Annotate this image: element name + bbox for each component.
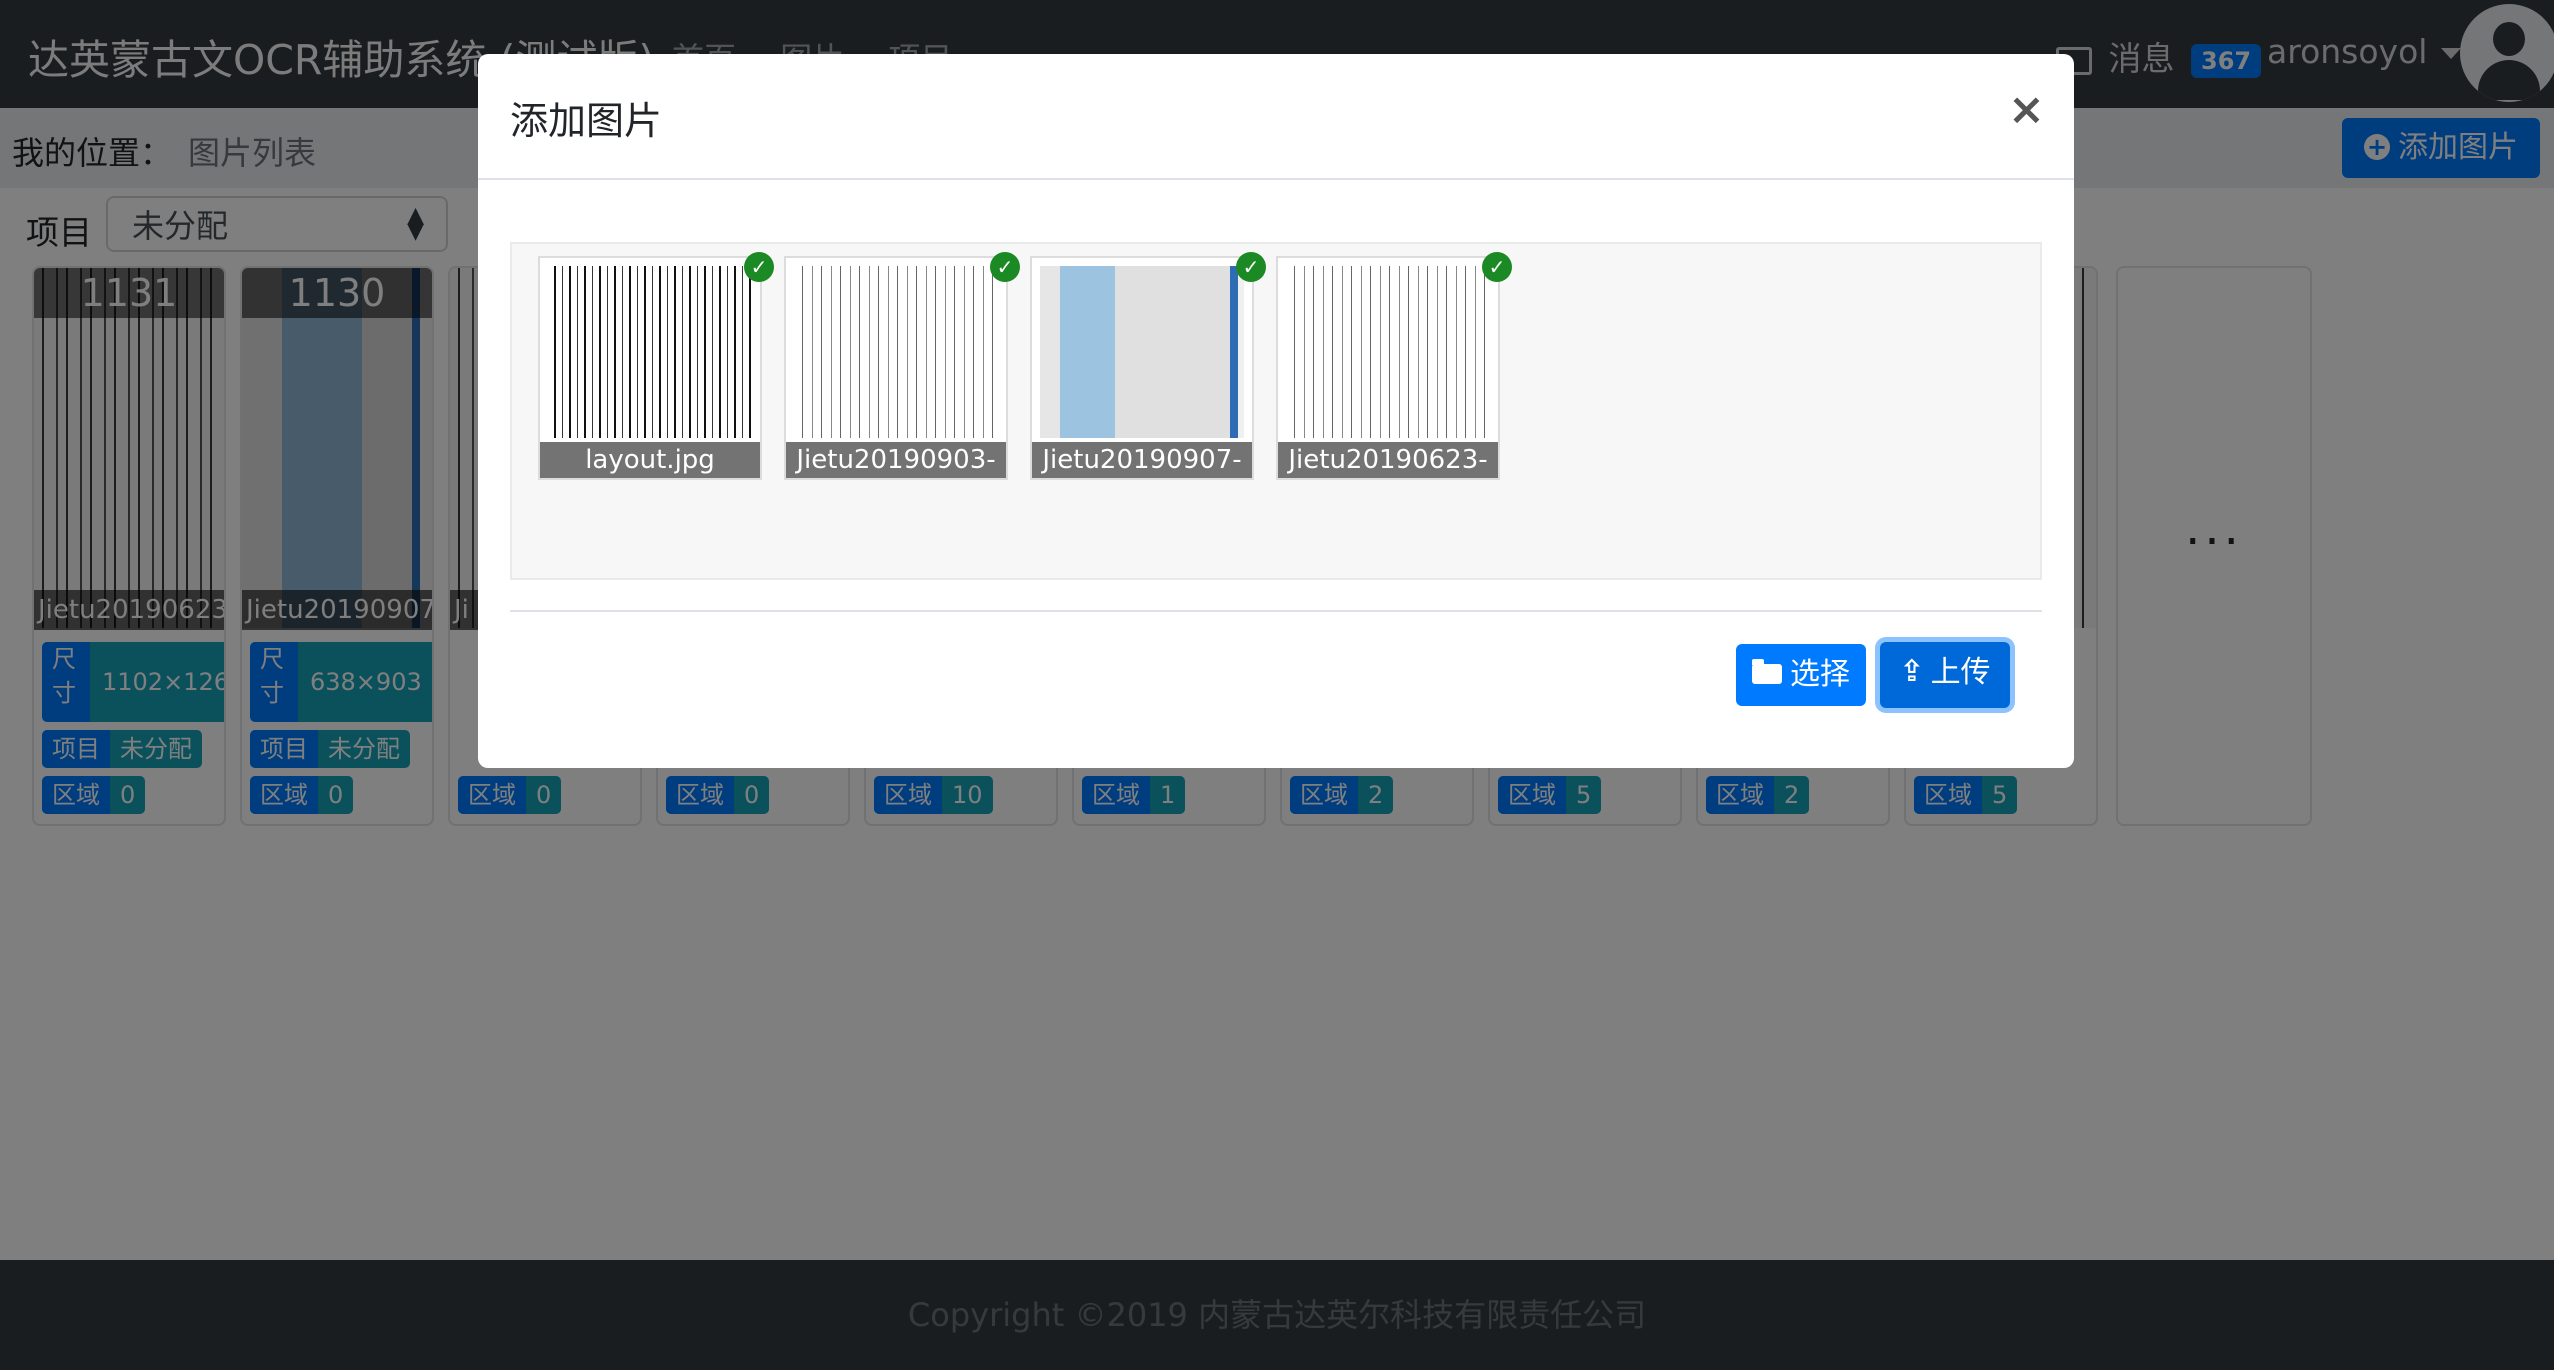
check-circle-icon: ✓ xyxy=(1236,252,1266,282)
file-preview-image xyxy=(548,266,752,438)
file-name: Jietu20190907- xyxy=(1032,442,1252,478)
modal-footer-divider xyxy=(510,610,2042,612)
file-thumbnail[interactable]: Jietu20190903- ✓ xyxy=(784,252,1020,480)
file-name: layout.jpg xyxy=(540,442,760,478)
file-thumbnail[interactable]: Jietu20190907- ✓ xyxy=(1030,252,1266,480)
file-thumbnail[interactable]: layout.jpg ✓ xyxy=(538,252,774,480)
upload-button[interactable]: ⇪ 上传 xyxy=(1880,642,2010,708)
add-image-modal: 添加图片 × layout.jpg ✓ Jietu20190903- ✓ Jie… xyxy=(478,54,2074,768)
check-circle-icon: ✓ xyxy=(1482,252,1512,282)
close-icon[interactable]: × xyxy=(2008,84,2045,135)
file-preview-image xyxy=(1040,266,1244,438)
file-name: Jietu20190903- xyxy=(786,442,1006,478)
file-name: Jietu20190623- xyxy=(1278,442,1498,478)
file-preview-image xyxy=(794,266,998,438)
choose-files-button[interactable]: 选择 xyxy=(1736,644,1866,706)
file-preview-image xyxy=(1286,266,1490,438)
upload-label: 上传 xyxy=(1930,655,1991,690)
choose-label: 选择 xyxy=(1790,657,1850,692)
modal-header-divider xyxy=(478,178,2074,180)
modal-title: 添加图片 xyxy=(510,99,663,143)
file-thumbnail[interactable]: Jietu20190623- ✓ xyxy=(1276,252,1512,480)
check-circle-icon: ✓ xyxy=(990,252,1020,282)
upload-icon: ⇪ xyxy=(1899,653,1925,689)
folder-open-icon xyxy=(1752,658,1782,684)
check-circle-icon: ✓ xyxy=(744,252,774,282)
